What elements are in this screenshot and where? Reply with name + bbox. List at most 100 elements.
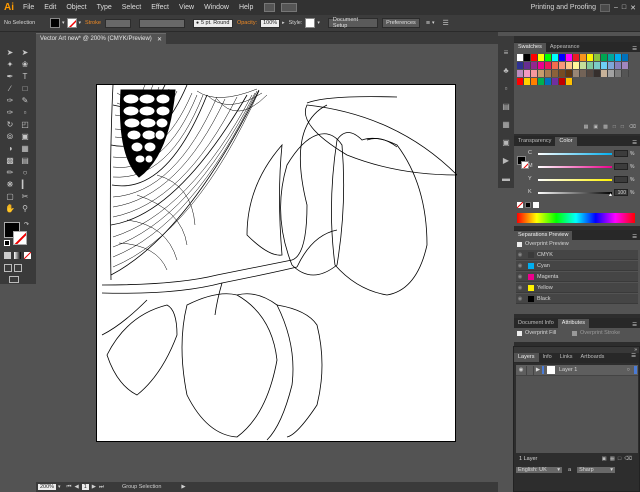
swatch-chip[interactable] (615, 54, 622, 61)
swatch-chip[interactable] (517, 62, 524, 69)
yellow-value[interactable] (614, 176, 628, 183)
selection-tool-icon[interactable]: ➤ (5, 48, 15, 58)
swatch-chip[interactable] (552, 78, 559, 85)
column-graph-tool-icon[interactable]: ▎ (20, 180, 30, 190)
rotate-tool-icon[interactable]: ↻ (5, 120, 15, 130)
swap-fill-stroke-icon[interactable]: ↷ (24, 221, 29, 228)
vector-artwork[interactable] (97, 85, 457, 443)
swatch-chip[interactable] (538, 70, 545, 77)
swatch-chip[interactable] (566, 78, 573, 85)
swatch-chip[interactable] (587, 62, 594, 69)
swatch-chip[interactable] (524, 78, 531, 85)
fill-dropdown-icon[interactable]: ▾ (62, 20, 65, 26)
search-icon[interactable] (599, 3, 610, 12)
swatch-chip[interactable] (566, 62, 573, 69)
swatch-chip[interactable] (538, 78, 545, 85)
mesh-tool-icon[interactable]: ▩ (5, 156, 15, 166)
language-dropdown[interactable]: English: UK ▾ (516, 467, 562, 473)
none-mode-icon[interactable] (24, 252, 31, 259)
opacity-field[interactable]: 100% (260, 18, 281, 28)
tab-info[interactable]: Info (539, 353, 556, 362)
menu-file[interactable]: File (18, 4, 39, 11)
yellow-slider[interactable] (538, 179, 612, 181)
maximize-icon[interactable]: □ (622, 4, 626, 11)
swatch-chip[interactable] (587, 54, 594, 61)
fill-swatch[interactable] (50, 18, 60, 28)
swatch-chip[interactable] (559, 78, 566, 85)
workspace-switcher[interactable]: Printing and Proofing (531, 4, 596, 11)
free-transform-tool-icon[interactable]: ▣ (20, 132, 30, 142)
swatch-chip[interactable] (545, 62, 552, 69)
swatch-chip[interactable] (594, 70, 601, 77)
swatch-libraries-icon[interactable]: ▦ (584, 124, 589, 134)
artboard-number[interactable]: 1 (81, 484, 89, 490)
swatch-chip[interactable] (601, 62, 608, 69)
swatch-chip[interactable] (545, 54, 552, 61)
overprint-preview-row[interactable]: Overprint Preview (517, 241, 569, 247)
plate-visibility-icon[interactable]: ◉ (516, 252, 524, 258)
opacity-label[interactable]: Opacity: (237, 20, 257, 26)
stroke-weight-field[interactable] (104, 18, 131, 28)
menu-edit[interactable]: Edit (39, 4, 61, 11)
layer-selection-indicator[interactable] (634, 366, 637, 374)
tab-transparency[interactable]: Transparency (514, 137, 555, 146)
swatch-chip[interactable] (601, 70, 608, 77)
swatch-chip[interactable] (601, 54, 608, 61)
graphic-styles-icon[interactable]: ▫ (501, 84, 511, 94)
magenta-slider[interactable] (538, 166, 612, 168)
bridge-icon[interactable] (264, 3, 276, 12)
tab-swatches[interactable]: Swatches (514, 43, 546, 52)
swatch-chip[interactable] (573, 70, 580, 77)
menu-help[interactable]: Help (234, 4, 258, 11)
stroke-dropdown-icon[interactable]: ▾ (79, 20, 82, 26)
swatch-chip[interactable] (517, 54, 524, 61)
blend-tool-icon[interactable]: ○ (20, 168, 30, 178)
swatch-chip[interactable] (531, 78, 538, 85)
draw-behind-icon[interactable] (14, 264, 22, 272)
swatch-chip[interactable] (545, 78, 552, 85)
swatch-chip[interactable] (622, 70, 629, 77)
black-slider[interactable] (538, 192, 612, 194)
gradient-tool-icon[interactable]: ▤ (20, 156, 30, 166)
plate-visibility-icon[interactable]: ◉ (516, 296, 524, 302)
plate-row[interactable]: ◉ Black (516, 294, 638, 304)
align-panel-icon[interactable]: ▤ (501, 102, 511, 112)
antialias-dropdown[interactable]: Sharp ▾ (577, 467, 616, 473)
zoom-dropdown-icon[interactable]: ▾ (58, 484, 61, 490)
line-tool-icon[interactable]: ∕ (5, 84, 15, 94)
swatch-chip[interactable] (538, 62, 545, 69)
first-artboard-icon[interactable]: ⏮ (67, 484, 72, 491)
swatch-chip[interactable] (566, 70, 573, 77)
align-dropdown-icon[interactable]: ▾ (432, 20, 435, 26)
transform-icon[interactable]: ▦ (501, 120, 511, 130)
eraser-tool-icon[interactable]: ▫ (20, 108, 30, 118)
swatch-chip[interactable] (615, 62, 622, 69)
swatch-chip[interactable] (552, 70, 559, 77)
pencil-tool-icon[interactable]: ✎ (20, 96, 30, 106)
swatch-chip[interactable] (608, 54, 615, 61)
opacity-dropdown-icon[interactable]: ▸ (282, 20, 285, 26)
swatch-chip[interactable] (517, 78, 524, 85)
swatch-chip[interactable] (524, 54, 531, 61)
last-artboard-icon[interactable]: ⏭ (99, 484, 104, 491)
plate-row[interactable]: ◉ Magenta (516, 272, 638, 282)
plate-row[interactable]: ◉ Cyan (516, 261, 638, 271)
swatch-chip[interactable] (538, 54, 545, 61)
overprint-fill-row[interactable]: Overprint Fill (517, 330, 556, 336)
next-artboard-icon[interactable]: ▶ (92, 484, 96, 490)
style-swatch[interactable] (305, 18, 316, 28)
swatch-chip[interactable] (531, 62, 538, 69)
zoom-tool-icon[interactable]: ⚲ (20, 204, 30, 214)
tab-links[interactable]: Links (556, 353, 577, 362)
swatch-chip[interactable] (608, 70, 615, 77)
layer-name[interactable]: Layer 1 (559, 367, 577, 373)
tab-color[interactable]: Color (555, 137, 577, 146)
swatch-chip[interactable] (587, 70, 594, 77)
color-spectrum[interactable] (517, 213, 635, 223)
artboard[interactable] (96, 84, 457, 443)
swatch-chip[interactable] (517, 70, 524, 77)
artboard-tool-icon[interactable]: ▢ (5, 192, 15, 202)
swatch-chip[interactable] (594, 62, 601, 69)
swatch-chip[interactable] (545, 70, 552, 77)
swatch-chip[interactable] (552, 62, 559, 69)
